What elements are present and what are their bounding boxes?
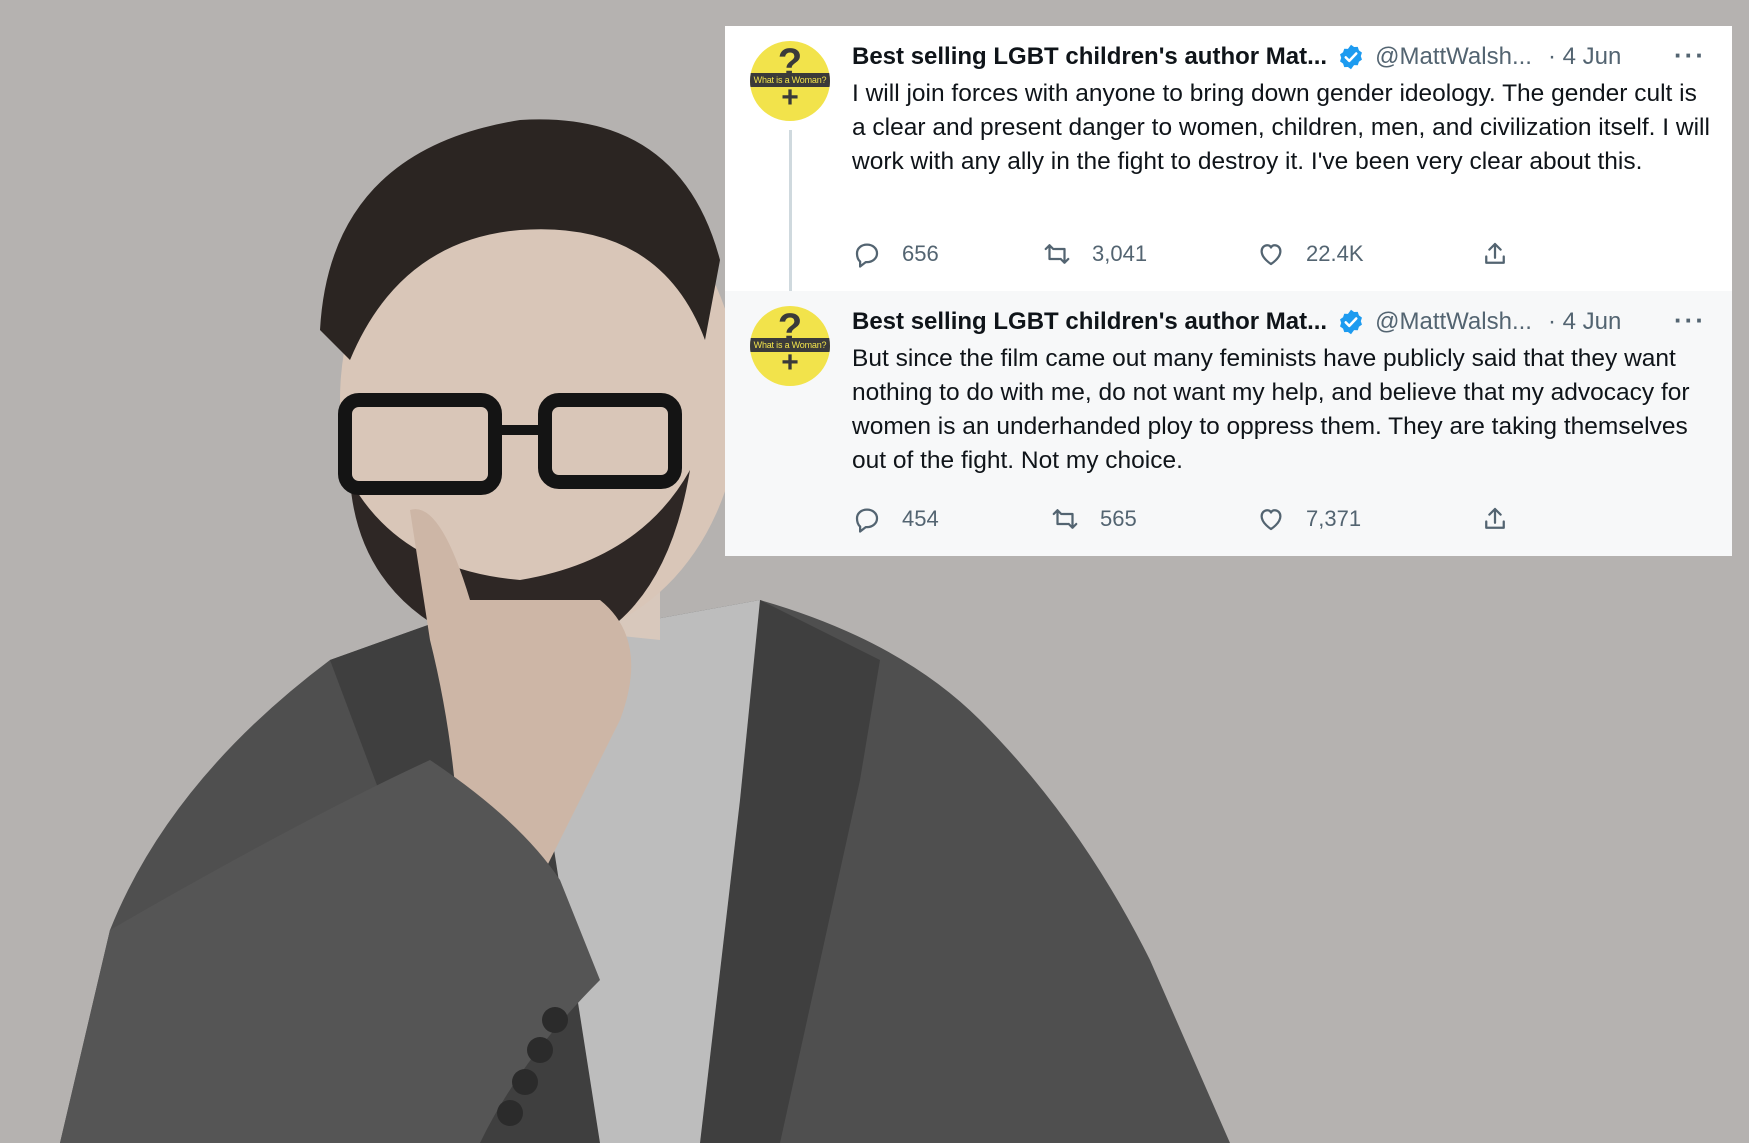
more-options-icon[interactable]: ··· — [1674, 40, 1706, 71]
verified-badge-icon — [1340, 44, 1363, 70]
avatar-cross: + — [781, 81, 799, 114]
more-options-icon[interactable]: ··· — [1674, 305, 1706, 336]
share-button[interactable] — [1480, 499, 1510, 539]
reply-count: 656 — [902, 241, 939, 266]
reply-icon — [855, 508, 879, 533]
tweet-header: Best selling LGBT children's author Mat.… — [852, 40, 1712, 74]
reply-icon — [855, 243, 879, 268]
author-name[interactable]: Best selling LGBT children's author Mat.… — [852, 43, 1327, 71]
avatar[interactable]: ? What is a Woman? + — [750, 306, 830, 386]
retweet-count: 565 — [1100, 506, 1137, 531]
tweet-2[interactable]: ? What is a Woman? + Best selling LGBT c… — [725, 291, 1732, 556]
author-handle[interactable]: @MattWalsh... — [1375, 308, 1532, 336]
like-count: 22.4K — [1306, 241, 1364, 266]
tweet-date[interactable]: · 4 Jun — [1548, 308, 1621, 336]
reply-count: 454 — [902, 506, 939, 531]
retweet-count: 3,041 — [1092, 241, 1148, 266]
share-icon — [1485, 507, 1505, 529]
avatar-cross: + — [781, 346, 799, 379]
like-count: 7,371 — [1306, 506, 1362, 531]
tweet-actions: 656 3,041 22.4K — [852, 234, 1712, 274]
tweet-date[interactable]: · 4 Jun — [1548, 43, 1621, 71]
retweet-icon — [1052, 509, 1078, 529]
heart-icon — [1260, 244, 1282, 266]
retweet-icon — [1044, 244, 1070, 264]
reply-button[interactable]: 656 — [852, 234, 939, 274]
retweet-button[interactable]: 565 — [1050, 499, 1137, 539]
avatar[interactable]: ? What is a Woman? + — [750, 41, 830, 121]
author-handle[interactable]: @MattWalsh... — [1375, 43, 1532, 71]
tweet-text: But since the film came out many feminis… — [852, 345, 1690, 474]
like-button[interactable]: 22.4K — [1256, 234, 1364, 274]
share-button[interactable] — [1480, 234, 1510, 274]
tweet-actions: 454 565 7,371 — [852, 499, 1712, 539]
like-button[interactable]: 7,371 — [1256, 499, 1361, 539]
tweet-1[interactable]: ? What is a Woman? + Best selling LGBT c… — [725, 26, 1732, 291]
author-name[interactable]: Best selling LGBT children's author Mat.… — [852, 308, 1327, 336]
tweet-header: Best selling LGBT children's author Mat.… — [852, 305, 1712, 339]
reply-button[interactable]: 454 — [852, 499, 939, 539]
verified-badge-icon — [1340, 309, 1363, 335]
share-icon — [1485, 242, 1505, 264]
heart-icon — [1260, 509, 1282, 531]
tweet-thread-panel: ? What is a Woman? + Best selling LGBT c… — [725, 26, 1732, 556]
tweet-text: I will join forces with anyone to bring … — [852, 80, 1710, 175]
retweet-button[interactable]: 3,041 — [1042, 234, 1147, 274]
